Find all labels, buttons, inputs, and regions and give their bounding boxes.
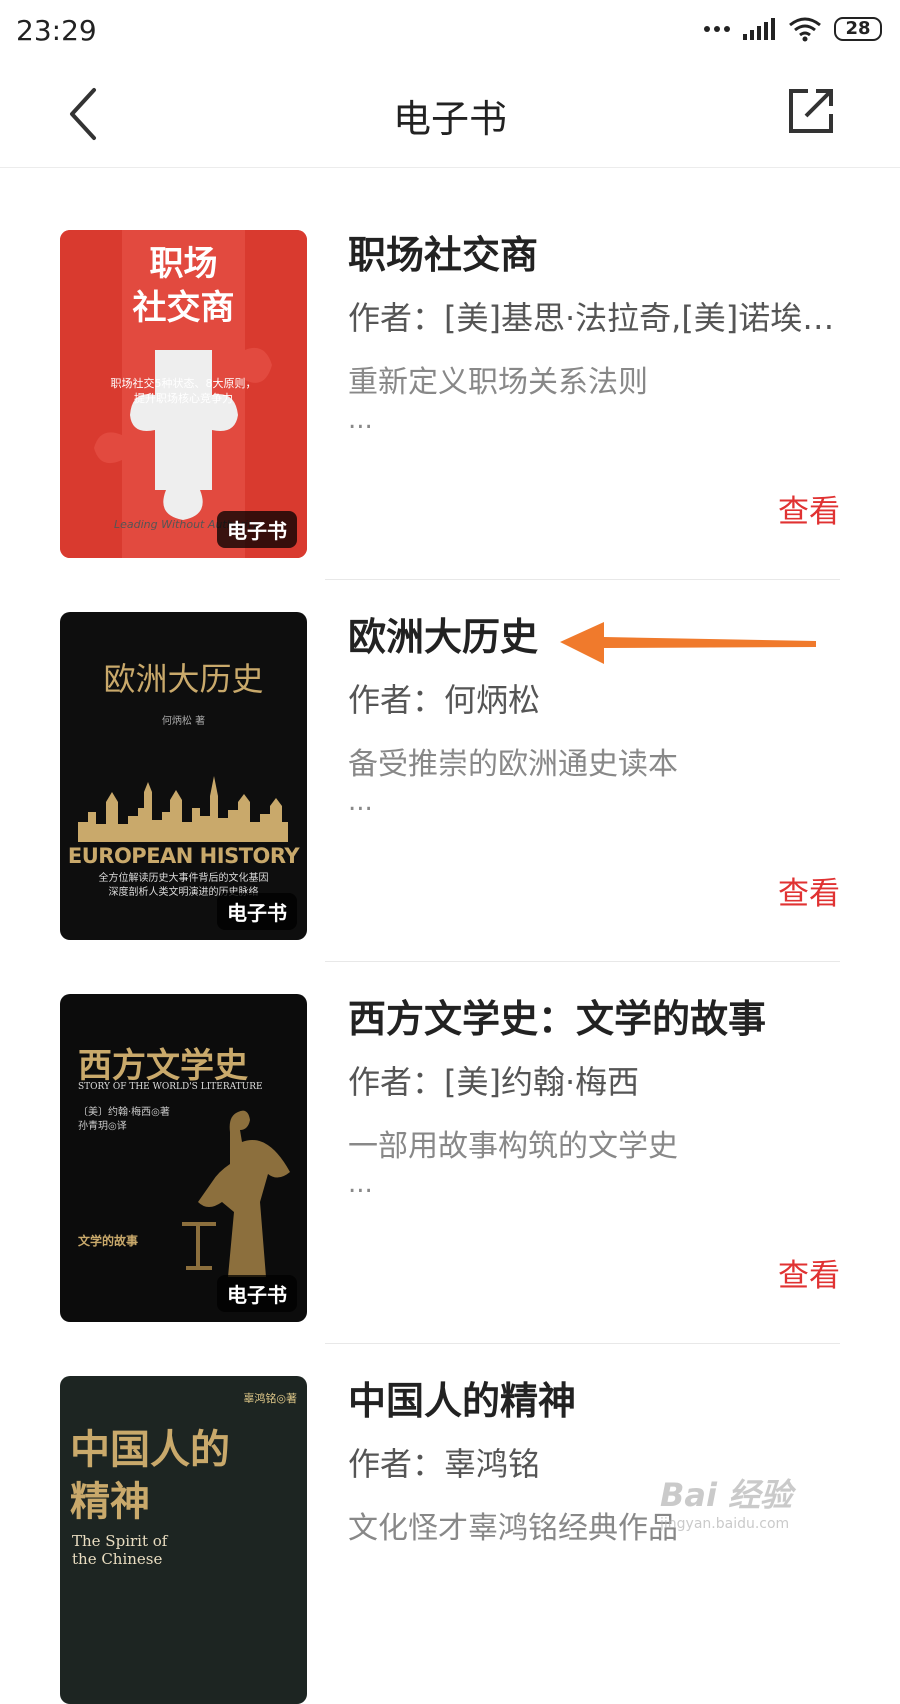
- book-description: 一部用故事构筑的文学史: [348, 1129, 678, 1164]
- watermark-text: Bai 经验: [660, 1476, 793, 1514]
- view-button[interactable]: 查看: [778, 868, 840, 913]
- book-author: 作者：何炳松: [348, 681, 541, 719]
- cover-title: 职场 社交商: [132, 244, 235, 328]
- book-author: 作者：[美]约翰·梅西: [348, 1063, 640, 1101]
- angel-illustration: [182, 1110, 290, 1277]
- book-title[interactable]: 职场社交商: [348, 228, 840, 282]
- cover-author: 〔美〕约翰·梅西◎著 孙青玥◎译: [78, 1107, 170, 1132]
- signal-icon: [743, 18, 775, 40]
- ebook-badge: 电子书: [217, 1275, 297, 1312]
- status-bar: 23:29 28: [0, 0, 900, 62]
- cover-author: 何炳松 著: [161, 716, 206, 727]
- book-title[interactable]: 西方文学史：文学的故事: [348, 992, 840, 1046]
- cover-subtitle: 文学的故事: [78, 1234, 139, 1248]
- list-item[interactable]: 欧洲大历史 何炳松 著 EUROPEAN HISTORY 全方位解读历史大事件背…: [0, 550, 900, 962]
- list-item[interactable]: 职场 社交商 职场社交5种状态、8大原则， 提升职场核心竞争力 Leading …: [0, 168, 900, 580]
- book-author: 作者：[美]基思·法拉奇,[美]诺埃…: [348, 299, 835, 337]
- book-title[interactable]: 中国人的精神: [348, 1374, 840, 1428]
- nav-bar: 电子书: [0, 62, 900, 168]
- status-icons: 28: [704, 16, 882, 42]
- cover-author: 辜鸿铭◎著: [243, 1392, 297, 1405]
- book-cover[interactable]: 西方文学史 STORY OF THE WORLD'S LITERATURE 〔美…: [60, 994, 307, 1322]
- ebook-badge: 电子书: [217, 511, 297, 548]
- more-dots-icon: [704, 26, 730, 32]
- view-button[interactable]: 查看: [778, 1250, 840, 1295]
- battery-indicator: 28: [834, 17, 882, 41]
- skyline-illustration: [78, 776, 288, 842]
- book-description: 备受推崇的欧洲通史读本: [348, 747, 678, 782]
- share-icon[interactable]: [786, 86, 836, 136]
- status-time: 23:29: [16, 14, 97, 47]
- watermark-url: jingyan.baidu.com: [660, 1516, 790, 1532]
- cover-english: The Spirit of the Chinese: [72, 1532, 168, 1568]
- list-item[interactable]: 西方文学史 STORY OF THE WORLD'S LITERATURE 〔美…: [0, 932, 900, 1344]
- wifi-icon: [789, 17, 821, 42]
- cover-subtitle: 职场社交5种状态、8大原则， 提升职场核心竞争力: [110, 377, 257, 405]
- book-cover[interactable]: 欧洲大历史 何炳松 著 EUROPEAN HISTORY 全方位解读历史大事件背…: [60, 612, 307, 940]
- book-cover[interactable]: 辜鸿铭◎著 中国人的 精神 The Spirit of the Chinese: [60, 1376, 307, 1704]
- ebook-badge: 电子书: [217, 893, 297, 930]
- book-cover[interactable]: 职场 社交商 职场社交5种状态、8大原则， 提升职场核心竞争力 Leading …: [60, 230, 307, 558]
- book-description: 重新定义职场关系法则: [348, 365, 648, 400]
- cover-english: STORY OF THE WORLD'S LITERATURE: [78, 1082, 263, 1092]
- cover-title: 西方文学史: [78, 1046, 248, 1086]
- arrow-annotation-icon: [560, 622, 816, 664]
- cover-title: 中国人的 精神: [70, 1426, 230, 1525]
- description-ellipsis: ...: [348, 1169, 373, 1199]
- view-button[interactable]: 查看: [778, 486, 840, 531]
- description-ellipsis: ...: [348, 405, 373, 435]
- cover-title: 欧洲大历史: [103, 660, 264, 698]
- book-info: 职场社交商 作者：[美]基思·法拉奇,[美]诺埃… 重新定义职场关系法则 ...: [348, 228, 840, 435]
- description-ellipsis: ...: [348, 787, 373, 817]
- book-info: 西方文学史：文学的故事 作者：[美]约翰·梅西 一部用故事构筑的文学史 ...: [348, 992, 840, 1199]
- page-title: 电子书: [392, 97, 507, 141]
- watermark: Bai 经验 jingyan.baidu.com: [660, 1470, 860, 1560]
- cover-english: EUROPEAN HISTORY: [67, 844, 300, 868]
